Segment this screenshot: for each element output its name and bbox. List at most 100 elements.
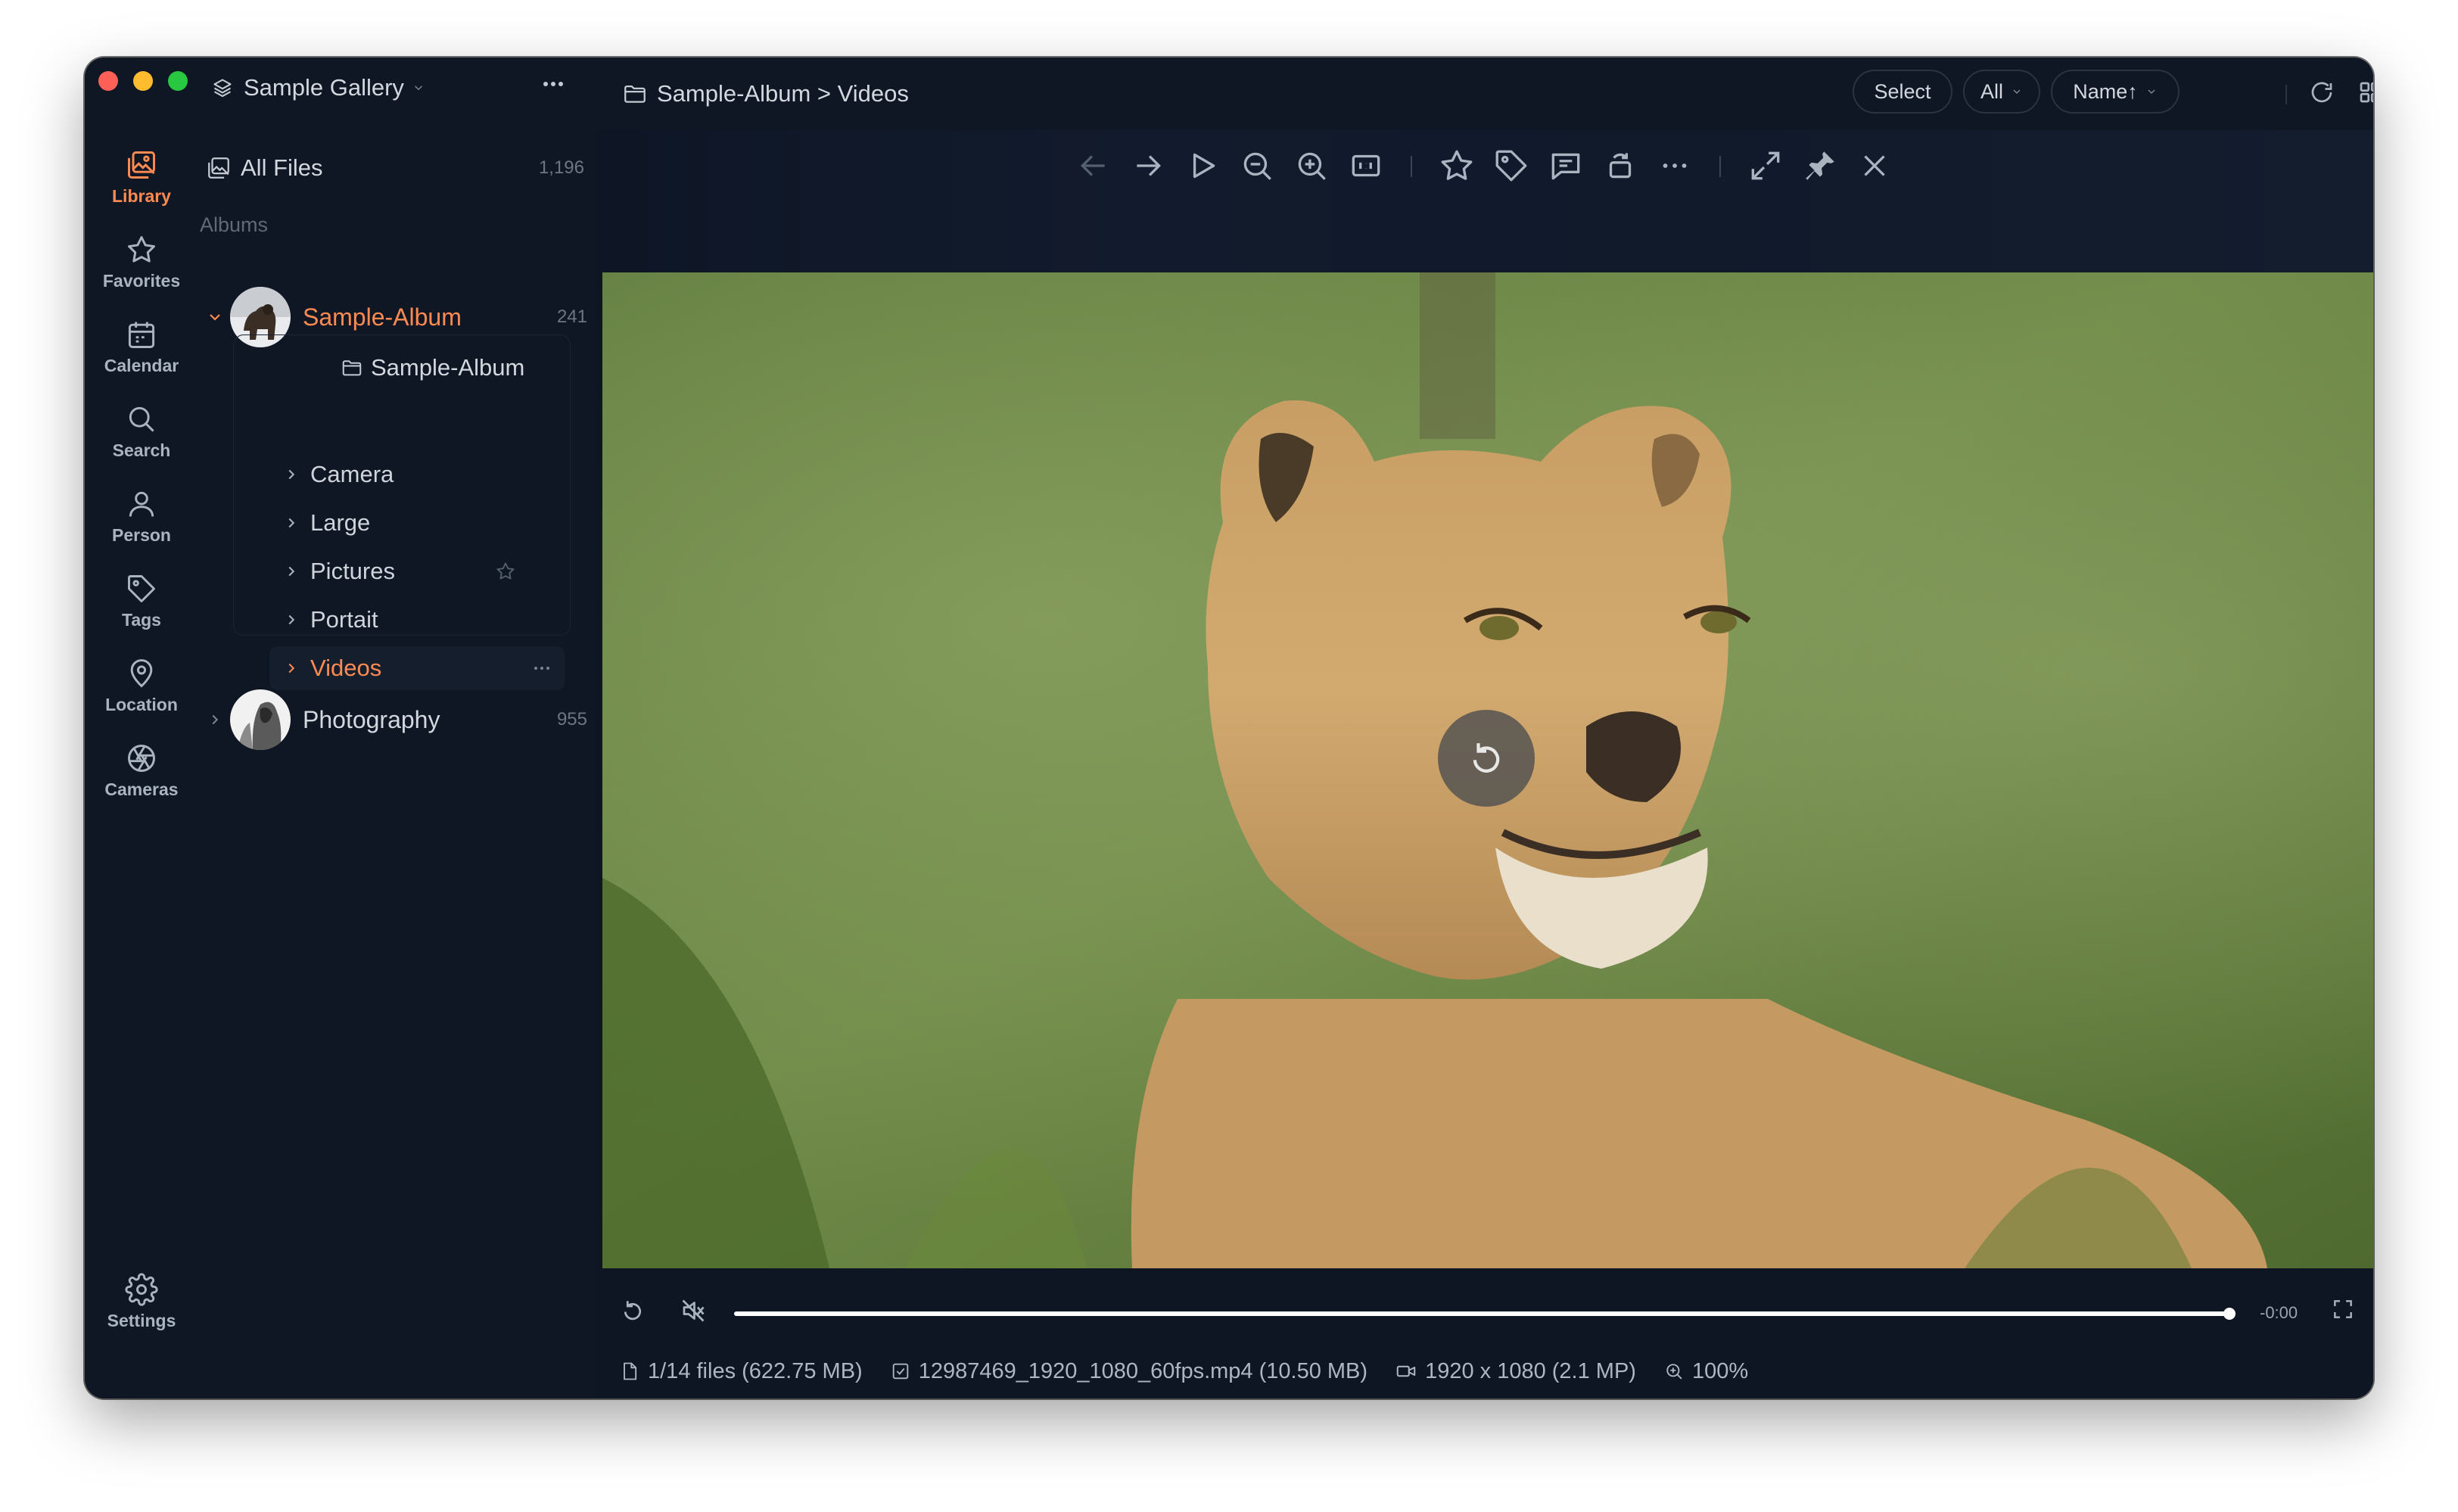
arrow-right-icon[interactable] (1129, 147, 1167, 185)
chevron-down-icon (414, 86, 422, 91)
status-bar: 1/14 files (622.75 MB) 12987469_1920_108… (602, 1344, 2373, 1398)
gear-icon (125, 1273, 158, 1306)
rail-tags[interactable]: Tags (85, 572, 198, 630)
tag-icon (128, 575, 155, 602)
folder-icon (624, 85, 646, 103)
rail-cameras[interactable]: Cameras (85, 742, 198, 800)
folder-pictures[interactable]: Pictures (269, 549, 565, 593)
more-icon[interactable] (542, 80, 565, 88)
video-frame[interactable] (602, 272, 2373, 1268)
folder-label: Pictures (310, 558, 395, 584)
folder-large[interactable]: Large (269, 501, 565, 545)
more-icon[interactable] (1656, 147, 1694, 185)
photos-icon (208, 157, 229, 179)
tree-root-folder[interactable]: Sample-Album (341, 354, 524, 381)
chevron-right-icon (288, 469, 295, 480)
folder-label: Videos (310, 655, 382, 681)
zoom-window-button[interactable] (168, 71, 188, 91)
left-panel: Sample Gallery Library Favorites Calenda… (85, 58, 596, 1398)
playback-progress-bar[interactable] (734, 1311, 2229, 1316)
album-avatar (230, 689, 291, 750)
rail-favorites[interactable]: Favorites (85, 233, 198, 291)
sort-dropdown[interactable]: Name↑ (2051, 70, 2180, 114)
pin-icon[interactable] (1801, 147, 1839, 185)
folder-icon (342, 360, 362, 376)
comment-icon[interactable] (1547, 147, 1585, 185)
mute-icon[interactable] (680, 1297, 707, 1324)
calendar-icon (128, 322, 155, 348)
rail-search[interactable]: Search (85, 403, 198, 461)
chevron-right-icon (288, 614, 295, 625)
folder-portait[interactable]: Portait (269, 598, 565, 642)
fullscreen-icon[interactable] (2331, 1297, 2355, 1321)
rail-search-label: Search (112, 440, 171, 460)
album-expand-toggle[interactable] (200, 711, 230, 728)
album-name: Sample-Album (303, 303, 462, 331)
breadcrumb-path: Sample-Album > Videos (657, 80, 909, 107)
select-label: Select (1874, 79, 1931, 103)
checkbox-icon (892, 1363, 908, 1380)
playback-controls: -0:00 (602, 1268, 2373, 1344)
gallery-title: Sample Gallery (244, 74, 404, 101)
all-files-label: All Files (241, 154, 323, 181)
zoom-out-icon[interactable] (1238, 147, 1276, 185)
rail-person[interactable]: Person (85, 487, 198, 546)
arrow-left-icon[interactable] (1075, 147, 1112, 185)
actual-size-icon[interactable] (1347, 147, 1385, 185)
folder-label: Camera (310, 461, 394, 487)
star-icon[interactable] (495, 561, 516, 582)
playback-progress-knob[interactable] (2223, 1308, 2236, 1320)
toolbar-divider (1411, 156, 1412, 177)
tree-root-label: Sample-Album (371, 354, 525, 381)
all-files-item[interactable]: All Files 1,196 (206, 148, 584, 188)
chevron-right-icon (288, 566, 295, 577)
media-viewer: -0:00 1/14 files (622.75 MB) 12987469_19… (602, 130, 2373, 1398)
tag-icon[interactable] (1492, 147, 1530, 185)
replay-icon[interactable] (619, 1297, 646, 1324)
toolbar-divider (1719, 156, 1721, 177)
close-icon[interactable] (1856, 147, 1893, 185)
rail-library-label: Library (112, 186, 171, 206)
grid-view-icon[interactable] (2357, 79, 2373, 106)
close-window-button[interactable] (98, 71, 118, 91)
rail-settings[interactable]: Settings (85, 1273, 198, 1331)
album-count: 241 (556, 306, 587, 327)
toolbar-divider (2285, 85, 2287, 104)
album-name: Photography (303, 705, 440, 733)
play-icon[interactable] (1184, 147, 1221, 185)
rail-calendar[interactable]: Calendar (85, 318, 198, 376)
all-files-count: 1,196 (538, 157, 584, 178)
rail-tags-label: Tags (122, 610, 161, 630)
sort-label: Name↑ (2073, 79, 2138, 103)
search-icon (129, 406, 154, 432)
star-icon (128, 236, 155, 263)
select-button[interactable]: Select (1853, 70, 1952, 114)
more-icon[interactable] (533, 665, 551, 671)
folder-label: Portait (310, 606, 378, 633)
rail-library[interactable]: Library (85, 148, 198, 207)
time-remaining: -0:00 (2260, 1303, 2298, 1322)
chevron-down-icon (2013, 89, 2021, 95)
status-zoom-text: 100% (1691, 1358, 1749, 1383)
star-icon[interactable] (1438, 147, 1476, 185)
chevron-down-icon (210, 314, 220, 321)
gallery-switcher[interactable]: Sample Gallery (212, 74, 436, 101)
folder-videos[interactable]: Videos (269, 646, 565, 690)
chevron-down-icon (2148, 89, 2155, 95)
minimize-window-button[interactable] (133, 71, 153, 91)
zoom-in-icon[interactable] (1293, 147, 1330, 185)
location-pin-icon (130, 659, 153, 688)
chevron-right-icon (288, 518, 295, 528)
filter-dropdown[interactable]: All (1963, 70, 2040, 114)
rail-location[interactable]: Location (85, 657, 198, 715)
person-icon (129, 491, 154, 517)
video-camera-icon (1396, 1365, 1416, 1377)
replay-button[interactable] (1438, 710, 1535, 807)
rotate-icon[interactable] (1601, 147, 1639, 185)
fullscreen-icon[interactable] (1747, 147, 1784, 185)
refresh-icon[interactable] (2308, 79, 2335, 106)
album-photography[interactable]: Photography 955 (200, 686, 669, 754)
status-dimensions: 1920 x 1080 (2.1 MP) (1395, 1359, 1636, 1384)
folder-camera[interactable]: Camera (269, 453, 565, 496)
album-expand-toggle[interactable] (200, 308, 230, 326)
